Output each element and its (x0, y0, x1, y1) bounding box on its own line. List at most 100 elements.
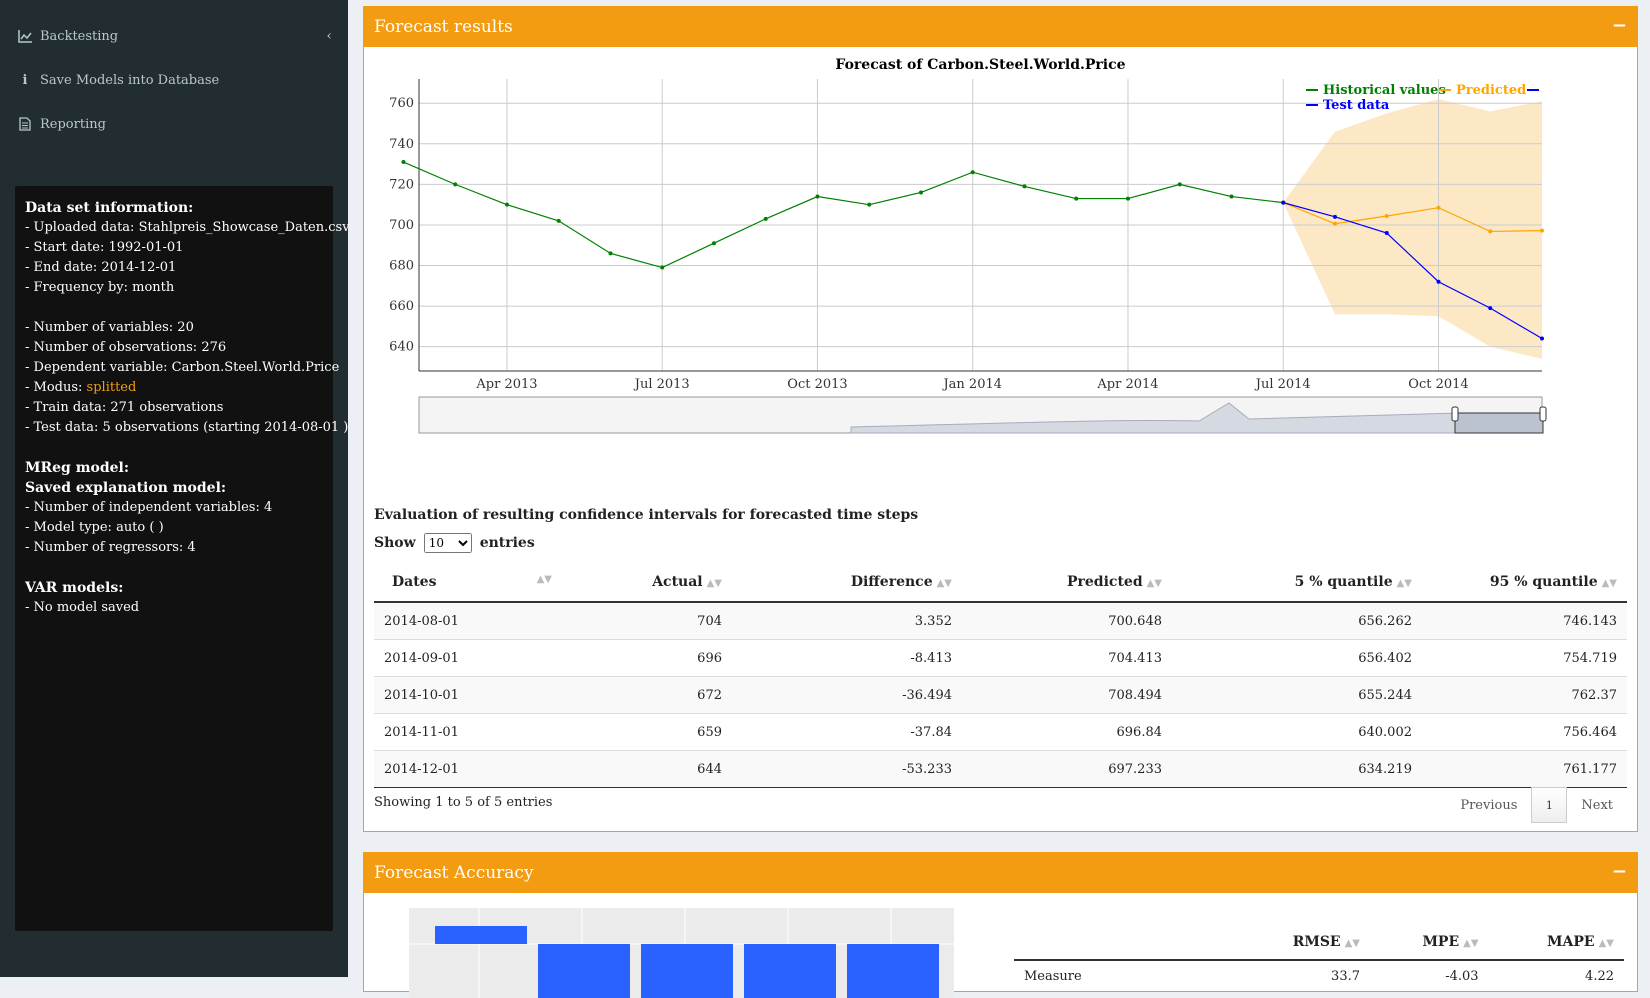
table-row: Measure 33.7 -4.03 4.22 (1014, 960, 1624, 991)
table-cell: 704 (562, 602, 732, 640)
forecast-results-header: Forecast results − (364, 7, 1637, 47)
table-cell: 2014-12-01 (374, 750, 562, 788)
uploaded-data: - Uploaded data: Stahlpreis_Showcase_Dat… (25, 220, 350, 235)
table-cell: 640.002 (1172, 713, 1422, 751)
y-tick-label: 700 (389, 218, 414, 233)
collapse-button[interactable]: − (1612, 861, 1627, 882)
rmse-value: 33.7 (1331, 968, 1360, 984)
collapse-button[interactable]: − (1612, 15, 1627, 36)
column-header-mpe[interactable]: MPE ▲▼ (1370, 925, 1489, 961)
historical-series-point (815, 194, 820, 199)
previous-button[interactable]: Previous (1446, 789, 1531, 821)
column-header-mape[interactable]: MAPE ▲▼ (1488, 925, 1624, 961)
forecast-chart[interactable]: Forecast of Carbon.Steel.World.Price 640 6… (364, 47, 1637, 457)
historical-series-point (660, 265, 665, 270)
info-icon: i (22, 72, 28, 88)
sidebar-item-label: Save Models into Database (40, 72, 220, 88)
y-tick-label: 720 (389, 177, 414, 192)
historical-series-point (1074, 196, 1079, 201)
sort-icon: ▲▼ (1396, 578, 1412, 589)
table-cell: 3.352 (732, 602, 962, 640)
dataset-info-heading: Data set information: (25, 200, 194, 216)
accuracy-table: RMSE ▲▼ MPE ▲▼ MAPE ▲▼ Measure 33.7 -4.03 4… (1014, 925, 1624, 991)
x-tick-label: Oct 2014 (1408, 377, 1468, 392)
x-tick-label: Jul 2014 (1254, 377, 1311, 392)
bar-positive (435, 926, 527, 944)
column-header-difference[interactable]: Difference ▲▼ (732, 563, 962, 603)
historical-series-line (403, 161, 1284, 269)
sidebar-item-reporting[interactable]: Reporting (16, 110, 332, 138)
legend-entry: Test data (1323, 98, 1390, 113)
table-cell: 696 (562, 639, 732, 677)
page-length-select[interactable]: 10 (423, 533, 472, 553)
bar (744, 944, 836, 998)
number-of-observations: - Number of observations: 276 (25, 340, 227, 355)
modus-label: - Modus: (25, 380, 87, 395)
legend-entry: Historical values (1323, 83, 1446, 98)
y-tick-label: 660 (389, 299, 414, 314)
sidebar-item-label: Backtesting (40, 28, 119, 44)
sidebar-item-save-models[interactable]: i Save Models into Database (16, 66, 332, 94)
number-of-independent-variables: - Number of independent variables: 4 (25, 500, 273, 515)
historical-series-point (1177, 182, 1182, 187)
table-cell: 696.84 (962, 713, 1172, 751)
table-cell: -36.494 (732, 676, 962, 714)
column-header-dates[interactable]: Dates ▲▼ (374, 563, 562, 603)
bar (538, 944, 630, 998)
table-cell: 2014-10-01 (374, 676, 562, 714)
table-cell: 659 (562, 713, 732, 751)
chevron-left-icon[interactable]: ‹ (326, 28, 332, 44)
column-header-actual[interactable]: Actual ▲▼ (562, 563, 732, 603)
table-cell: 2014-08-01 (374, 602, 562, 640)
modus-value: splitted (86, 380, 137, 395)
column-header-rmse[interactable]: RMSE ▲▼ (1234, 925, 1370, 961)
y-tick-label: 680 (389, 259, 414, 274)
sidebar-item-backtesting[interactable]: Backtesting ‹ (16, 22, 332, 50)
page-1-button[interactable]: 1 (1531, 787, 1568, 823)
document-icon (16, 117, 34, 131)
accuracy-bar-chart: 0 (409, 908, 954, 998)
legend-entry: Predicted (1456, 83, 1526, 98)
sort-icon: ▲▼ (1463, 938, 1479, 949)
column-header-predicted[interactable]: Predicted ▲▼ (962, 563, 1172, 603)
row-label: Measure (1024, 968, 1082, 984)
table-cell: 746.143 (1422, 602, 1627, 640)
number-of-variables: - Number of variables: 20 (25, 320, 194, 335)
train-data: - Train data: 271 observations (25, 400, 224, 415)
next-button[interactable]: Next (1567, 789, 1627, 821)
table-row: 2014-12-01 644 -53.233 697.233 634.219 761.17… (374, 750, 1627, 788)
evaluation-table: Dates ▲▼ Actual ▲▼ Difference ▲▼ Predicted ▲… (374, 563, 1627, 788)
sidebar-item-label: Reporting (40, 116, 106, 132)
historical-series-point (453, 182, 458, 187)
x-tick-label: Apr 2013 (475, 377, 537, 392)
mape-value: 4.22 (1585, 968, 1614, 984)
x-tick-label: Apr 2014 (1096, 377, 1158, 392)
forecast-results-box: Forecast results − Forecast of Carbon.St… (363, 6, 1638, 832)
column-header-blank (1014, 925, 1234, 961)
end-date: - End date: 2014-12-01 (25, 260, 177, 275)
mreg-heading: MReg model: (25, 460, 130, 476)
column-header-5-quantile[interactable]: 5 % quantile ▲▼ (1172, 563, 1422, 603)
box-title: Forecast results (374, 17, 513, 37)
column-header-95-quantile[interactable]: 95 % quantile ▲▼ (1422, 563, 1627, 603)
table-cell: -53.233 (732, 750, 962, 788)
table-cell: 754.719 (1422, 639, 1627, 677)
historical-series-point (1022, 184, 1027, 189)
y-tick-label: 760 (389, 96, 414, 111)
x-tick-label: Jul 2013 (633, 377, 690, 392)
page-length-control: Show 10 entries (374, 533, 535, 553)
sort-icon: ▲▼ (706, 578, 722, 589)
table-cell: 634.219 (1172, 750, 1422, 788)
sort-icon: ▲▼ (1598, 938, 1614, 949)
model-type: - Model type: auto ( ) (25, 520, 164, 535)
test-series-point (1281, 200, 1286, 205)
chart-title: Forecast of Carbon.Steel.World.Price (835, 57, 1125, 73)
forecast-accuracy-box: Forecast Accuracy − 0 RMSE▲▼ MPE▲▼ MAPE▲… (363, 852, 1638, 998)
table-cell: 2014-09-01 (374, 639, 562, 677)
range-handle-left (1451, 406, 1459, 422)
table-cell: 761.177 (1422, 750, 1627, 788)
table-info: Showing 1 to 5 of 5 entries (374, 795, 553, 810)
predicted-series-point (1540, 228, 1544, 233)
table-cell: 2014-11-01 (374, 713, 562, 751)
saved-explanation-heading: Saved explanation model: (25, 480, 227, 496)
